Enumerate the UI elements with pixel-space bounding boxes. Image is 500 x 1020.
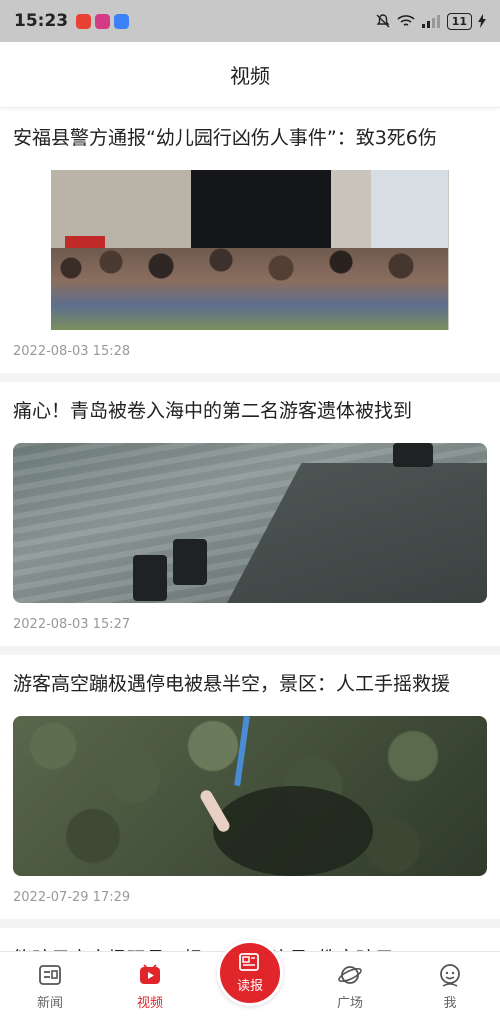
thumbnail-sign — [65, 236, 105, 248]
thumbnail-post — [133, 555, 167, 601]
thumbnail-crowd — [51, 248, 448, 330]
video-card[interactable]: 痛心！青岛被卷入海中的第二名游客遗体被找到 2022-08-03 15:27 — [0, 382, 500, 655]
nav-label: 我 — [443, 996, 457, 1011]
signal-icon — [421, 15, 440, 28]
nav-item-newspaper[interactable]: 读报 — [200, 940, 300, 1020]
video-title[interactable]: 安福县警方通报“幼儿园行凶伤人事件”：致3死6伤 — [13, 109, 487, 150]
news-icon — [39, 965, 61, 985]
video-icon — [140, 964, 160, 984]
nav-item-square[interactable]: 广场 — [300, 952, 400, 1020]
planet-icon — [338, 966, 362, 984]
thumbnail-post — [173, 539, 207, 585]
nav-label: 新闻 — [36, 996, 63, 1011]
video-thumbnail[interactable] — [51, 170, 449, 330]
video-thumbnail[interactable] — [13, 443, 487, 603]
nav-item-video[interactable]: 视频 — [100, 952, 200, 1020]
status-time: 15:23 — [14, 11, 69, 31]
thumbnail-window — [371, 170, 448, 260]
thumbnail-shadow — [213, 786, 373, 876]
app-notification-icon — [76, 13, 92, 29]
video-timestamp: 2022-07-29 17:29 — [13, 890, 131, 905]
app-notification-icon — [114, 13, 130, 29]
video-card[interactable]: 游客高空蹦极遇停电被悬半空，景区：人工手摇救援 2022-07-29 17:29 — [0, 655, 500, 928]
battery-indicator: 11 — [446, 12, 472, 30]
status-indicators: 11 — [375, 12, 486, 30]
video-thumbnail[interactable] — [13, 716, 487, 876]
status-app-icons — [76, 13, 130, 29]
profile-icon — [440, 964, 460, 987]
thumbnail-rope — [234, 716, 250, 787]
wifi-icon — [397, 15, 415, 26]
status-bar: 15:23 11 — [0, 0, 500, 42]
nav-item-profile[interactable]: 我 — [400, 952, 500, 1020]
video-card[interactable]: 安福县警方通报“幼儿园行凶伤人事件”：致3死6伤 2022-08-03 15:2… — [0, 109, 500, 382]
video-title[interactable]: 痛心！青岛被卷入海中的第二名游客遗体被找到 — [13, 382, 487, 423]
video-title[interactable]: 游客高空蹦极遇停电被悬半空，景区：人工手摇救援 — [13, 655, 487, 696]
video-timestamp: 2022-08-03 15:27 — [13, 617, 131, 632]
video-timestamp: 2022-08-03 15:28 — [13, 344, 131, 359]
nav-item-news[interactable]: 新闻 — [0, 952, 100, 1020]
read-paper-button[interactable]: 读报 — [217, 940, 283, 1006]
mute-bell-icon — [376, 14, 390, 28]
charging-icon — [478, 14, 486, 28]
video-feed[interactable]: 安福县警方通报“幼儿园行凶伤人事件”：致3死6伤 2022-08-03 15:2… — [0, 109, 500, 951]
nav-label: 视频 — [136, 996, 163, 1011]
bottom-nav: 新闻 视频 读报 广场 我 — [0, 940, 500, 1020]
app-notification-icon — [95, 13, 111, 29]
page-title: 视频 — [230, 64, 270, 88]
page-header: 视频 — [0, 42, 500, 108]
nav-label: 读报 — [236, 979, 263, 994]
thumbnail-post — [393, 443, 433, 467]
nav-label: 广场 — [336, 996, 363, 1011]
newspaper-icon — [239, 953, 259, 971]
